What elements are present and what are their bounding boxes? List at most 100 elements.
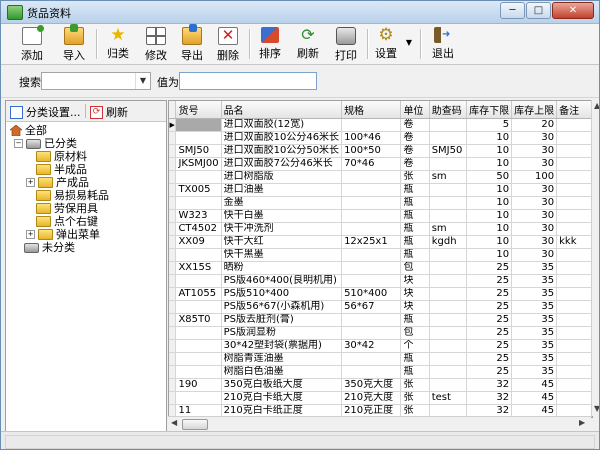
table-cell[interactable]: kkk bbox=[556, 235, 592, 249]
print-button[interactable]: 打印 bbox=[329, 27, 363, 62]
row-indicator[interactable] bbox=[169, 196, 177, 210]
table-cell[interactable]: 35 bbox=[511, 274, 558, 288]
table-row[interactable]: 树脂青莲油墨 瓶 25 35 bbox=[169, 352, 592, 366]
table-cell[interactable]: 块 bbox=[400, 300, 430, 314]
row-indicator[interactable] bbox=[169, 378, 177, 392]
table-cell[interactable]: XX09 bbox=[175, 235, 222, 249]
horizontal-scroll-thumb[interactable] bbox=[182, 419, 208, 430]
table-cell[interactable]: 10 bbox=[466, 222, 513, 236]
table-cell[interactable] bbox=[175, 118, 222, 132]
row-indicator[interactable] bbox=[169, 300, 177, 314]
table-row[interactable]: PS版460*400(良明机用) 块 25 35 bbox=[169, 274, 592, 288]
column-header[interactable]: 规格 bbox=[341, 101, 402, 119]
table-cell[interactable] bbox=[556, 365, 592, 379]
table-cell[interactable] bbox=[429, 183, 468, 197]
table-cell[interactable] bbox=[429, 352, 468, 366]
table-cell[interactable] bbox=[429, 300, 468, 314]
table-cell[interactable]: PS版去脏剂(膏) bbox=[221, 313, 343, 327]
table-row[interactable]: PS版润显粉 包 25 35 bbox=[169, 326, 592, 340]
table-cell[interactable]: 包 bbox=[400, 326, 430, 340]
table-row[interactable]: 进口树脂版 张 sm 50 100 bbox=[169, 170, 592, 184]
table-cell[interactable]: 进口双面胶7公分46米长 bbox=[221, 157, 343, 171]
table-row[interactable]: 210克白卡纸大度 210克大度张 test 32 45 bbox=[169, 391, 592, 405]
table-cell[interactable] bbox=[341, 248, 402, 262]
table-row[interactable]: 30*42塑封袋(票据用) 30*42 个 25 35 bbox=[169, 339, 592, 353]
table-cell[interactable]: 瓶 bbox=[400, 183, 430, 197]
table-row[interactable]: TX005 进口油墨 瓶 10 30 bbox=[169, 183, 592, 197]
table-cell[interactable]: 进口油墨 bbox=[221, 183, 343, 197]
edit-button[interactable]: 修改 bbox=[139, 27, 173, 62]
row-indicator[interactable] bbox=[169, 170, 177, 184]
table-cell[interactable]: 5 bbox=[466, 118, 513, 132]
table-cell[interactable]: 12x25x1 bbox=[341, 235, 402, 249]
table-cell[interactable]: 10 bbox=[466, 248, 513, 262]
table-cell[interactable]: 25 bbox=[466, 365, 513, 379]
tree-item-uncategorized[interactable]: 未分类 bbox=[24, 241, 75, 254]
row-indicator[interactable] bbox=[169, 287, 177, 301]
horizontal-scrollbar[interactable]: ◀ ▶ bbox=[168, 416, 591, 430]
table-row[interactable]: 树脂白色油墨 瓶 25 35 bbox=[169, 365, 592, 379]
column-header[interactable]: 货号 bbox=[175, 101, 222, 119]
table-row[interactable]: JKSMJ00 进口双面胶7公分46米长 70*46 卷 10 30 bbox=[169, 157, 592, 171]
table-cell[interactable]: sm bbox=[429, 170, 468, 184]
table-cell[interactable] bbox=[556, 144, 592, 158]
table-cell[interactable]: 50 bbox=[466, 170, 513, 184]
table-cell[interactable] bbox=[341, 183, 402, 197]
table-cell[interactable] bbox=[175, 326, 222, 340]
table-cell[interactable]: 包 bbox=[400, 261, 430, 275]
table-cell[interactable]: CT4502 bbox=[175, 222, 222, 236]
table-cell[interactable] bbox=[429, 326, 468, 340]
add-button[interactable]: 添加 bbox=[15, 25, 49, 62]
export-button[interactable]: 导出 bbox=[175, 24, 209, 62]
table-cell[interactable]: 卷 bbox=[400, 157, 430, 171]
maximize-button[interactable]: □ bbox=[526, 2, 551, 19]
table-cell[interactable]: 瓶 bbox=[400, 209, 430, 223]
table-cell[interactable]: 25 bbox=[466, 287, 513, 301]
table-cell[interactable]: PS版润显粉 bbox=[221, 326, 343, 340]
table-cell[interactable]: 卷 bbox=[400, 131, 430, 145]
table-cell[interactable]: 30 bbox=[511, 144, 558, 158]
table-cell[interactable] bbox=[341, 365, 402, 379]
table-cell[interactable]: 20 bbox=[511, 118, 558, 132]
table-cell[interactable]: 510*400 bbox=[341, 287, 402, 301]
table-cell[interactable] bbox=[175, 300, 222, 314]
scroll-right-icon[interactable]: ▶ bbox=[579, 418, 585, 427]
table-cell[interactable]: 瓶 bbox=[400, 196, 430, 210]
delete-button[interactable]: ✕ 删除 bbox=[211, 27, 245, 62]
table-cell[interactable]: 张 bbox=[400, 378, 430, 392]
table-cell[interactable] bbox=[556, 313, 592, 327]
table-cell[interactable]: TX005 bbox=[175, 183, 222, 197]
table-cell[interactable]: SMJ50 bbox=[429, 144, 468, 158]
table-cell[interactable]: 瓶 bbox=[400, 222, 430, 236]
table-cell[interactable] bbox=[429, 131, 468, 145]
table-cell[interactable]: 25 bbox=[466, 326, 513, 340]
table-cell[interactable]: 100*46 bbox=[341, 131, 402, 145]
table-cell[interactable]: 瓶 bbox=[400, 248, 430, 262]
exit-button[interactable]: ➜ 退出 bbox=[426, 27, 460, 61]
table-cell[interactable]: 100*50 bbox=[341, 144, 402, 158]
tree-item-category[interactable]: 点个右键 bbox=[36, 215, 98, 228]
tree-item-category[interactable]: 易损易耗品 bbox=[36, 189, 109, 202]
table-cell[interactable]: sm bbox=[429, 222, 468, 236]
table-cell[interactable]: 25 bbox=[466, 261, 513, 275]
table-cell[interactable] bbox=[556, 378, 592, 392]
table-cell[interactable] bbox=[556, 183, 592, 197]
table-cell[interactable]: 35 bbox=[511, 339, 558, 353]
table-cell[interactable]: 进口双面胶(12宽) bbox=[221, 118, 343, 132]
table-cell[interactable] bbox=[175, 339, 222, 353]
table-cell[interactable] bbox=[556, 118, 592, 132]
table-cell[interactable]: 45 bbox=[511, 391, 558, 405]
table-cell[interactable]: 210克大度 bbox=[341, 391, 402, 405]
column-header[interactable]: 单位 bbox=[400, 101, 430, 119]
table-cell[interactable]: 进口双面胶10公分50米长 bbox=[221, 144, 343, 158]
table-cell[interactable]: 25 bbox=[466, 274, 513, 288]
table-cell[interactable] bbox=[175, 365, 222, 379]
chevron-down-icon[interactable]: ▼ bbox=[135, 73, 150, 89]
table-cell[interactable]: 30*42塑封袋(票据用) bbox=[221, 339, 343, 353]
table-row[interactable]: W323 快干白墨 瓶 10 30 bbox=[169, 209, 592, 223]
row-indicator[interactable] bbox=[169, 365, 177, 379]
table-cell[interactable]: 25 bbox=[466, 300, 513, 314]
table-cell[interactable]: 10 bbox=[466, 235, 513, 249]
table-cell[interactable]: 瓶 bbox=[400, 235, 430, 249]
table-cell[interactable]: 10 bbox=[466, 209, 513, 223]
